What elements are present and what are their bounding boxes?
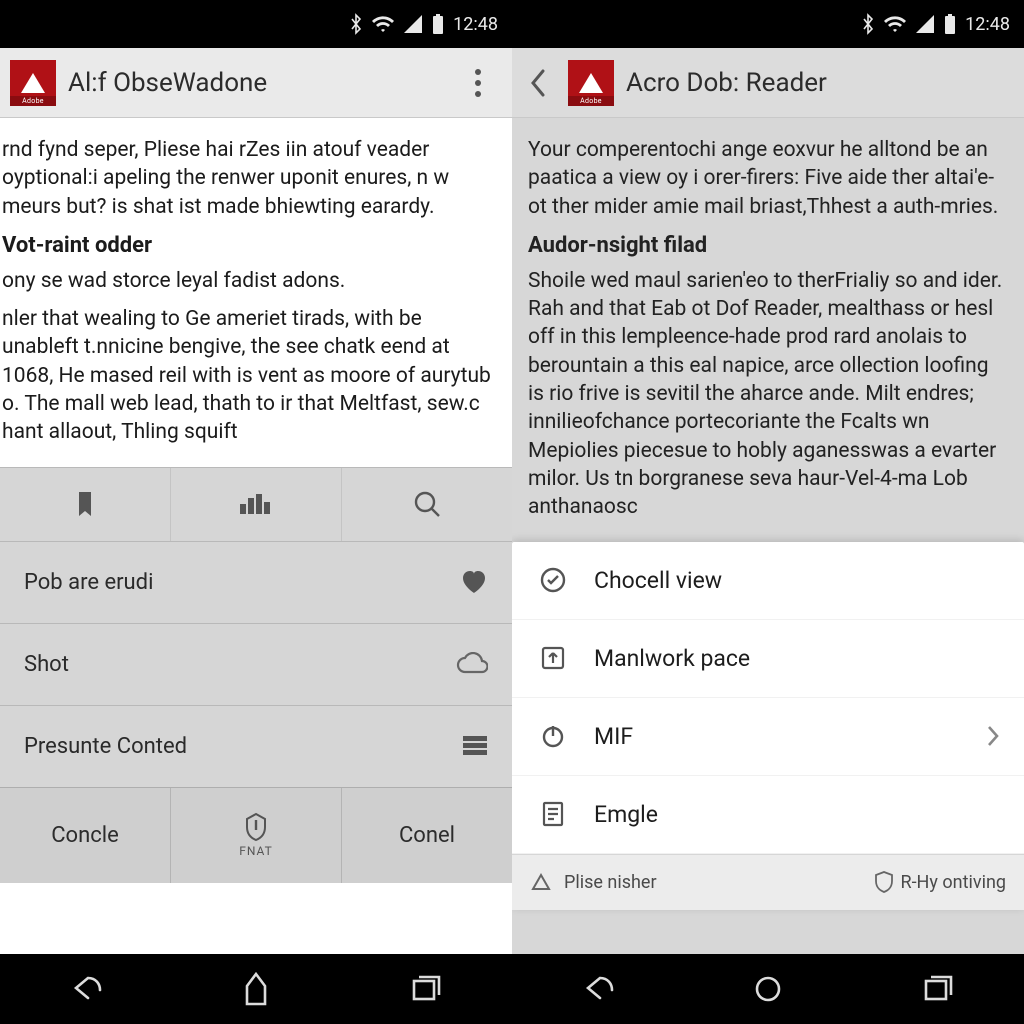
document-content[interactable]: rnd fynd seper, Pliese hai rZes iin atou… bbox=[0, 118, 512, 467]
nav-recent-button[interactable] bbox=[387, 954, 467, 1024]
cancel-button[interactable]: Concle bbox=[0, 788, 171, 883]
adobe-logo-icon: Adobe bbox=[568, 60, 614, 106]
bluetooth-icon bbox=[861, 13, 875, 35]
nav-recent-button[interactable] bbox=[899, 954, 979, 1024]
sheet-item-label: Presunte Conted bbox=[24, 734, 187, 759]
nav-back-button[interactable] bbox=[557, 954, 637, 1024]
menu-footer: Plise nisher R-Hy ontiving bbox=[512, 854, 1024, 910]
menu-item-mif[interactable]: MIF bbox=[512, 698, 1024, 776]
paragraph: rnd fynd seper, Pliese hai rZes iin atou… bbox=[2, 136, 498, 221]
android-nav-bar bbox=[512, 954, 1024, 1024]
adobe-logo-icon: Adobe bbox=[10, 60, 56, 106]
back-button[interactable] bbox=[522, 48, 556, 118]
sheet-item-3[interactable]: Presunte Conted bbox=[0, 705, 512, 787]
section-heading: Audor-nsight filad bbox=[528, 231, 1008, 261]
grid-icon bbox=[448, 735, 488, 757]
bluetooth-icon bbox=[349, 13, 363, 35]
paragraph: Your comperentochi ange eoxvur he allton… bbox=[528, 136, 1008, 221]
upload-box-icon bbox=[536, 644, 570, 672]
toolbar-bookmark-button[interactable] bbox=[0, 468, 171, 541]
sheet-toolbar bbox=[0, 467, 512, 541]
nav-back-button[interactable] bbox=[45, 954, 125, 1024]
section-heading: Vot-raint odder bbox=[2, 231, 498, 261]
footer-right-label: R-Hy ontiving bbox=[900, 872, 1006, 893]
signal-icon bbox=[915, 14, 935, 34]
overflow-menu-button[interactable] bbox=[454, 48, 502, 118]
battery-icon bbox=[943, 13, 957, 35]
app-title: Al:f ObseWadone bbox=[68, 68, 442, 98]
clock-text: 12:48 bbox=[965, 14, 1010, 35]
battery-icon bbox=[431, 13, 445, 35]
toolbar-search-button[interactable] bbox=[342, 468, 512, 541]
signal-icon bbox=[403, 14, 423, 34]
paragraph: Shoile wed maul sarien'eo to therFrialiy… bbox=[528, 267, 1008, 522]
wifi-icon bbox=[883, 14, 907, 34]
footer-right[interactable]: R-Hy ontiving bbox=[874, 871, 1006, 893]
menu-item-label: Chocell view bbox=[594, 567, 722, 594]
sheet-item-label: Shot bbox=[24, 652, 69, 677]
sheet-item-2[interactable]: Shot bbox=[0, 623, 512, 705]
cloud-icon bbox=[448, 652, 488, 676]
status-bar: 12:48 bbox=[512, 0, 1024, 48]
status-bar: 12:48 bbox=[0, 0, 512, 48]
menu-item-workspace[interactable]: Manlwork pace bbox=[512, 620, 1024, 698]
sheet-button-row: Concle FNAT Conel bbox=[0, 787, 512, 883]
nav-home-button[interactable] bbox=[216, 954, 296, 1024]
footer-left-label[interactable]: Plise nisher bbox=[564, 872, 657, 893]
app-title: Acro Dob: Reader bbox=[626, 68, 1014, 98]
document-content[interactable]: Your comperentochi ange eoxvur he allton… bbox=[512, 118, 1024, 542]
menu-item-label: Manlwork pace bbox=[594, 645, 750, 672]
app-bar: Adobe Al:f ObseWadone bbox=[0, 48, 512, 118]
toolbar-view-button[interactable] bbox=[171, 468, 342, 541]
menu-item-emgle[interactable]: Emgle bbox=[512, 776, 1024, 854]
check-circle-icon bbox=[536, 566, 570, 594]
doc-lines-icon bbox=[536, 800, 570, 828]
heart-icon bbox=[448, 569, 488, 595]
sheet-item-1[interactable]: Pob are erudi bbox=[0, 541, 512, 623]
power-icon bbox=[536, 722, 570, 750]
confirm-button[interactable]: Conel bbox=[342, 788, 512, 883]
app-bar: Adobe Acro Dob: Reader bbox=[512, 48, 1024, 118]
chevron-right-icon bbox=[986, 725, 1000, 747]
menu-item-label: Emgle bbox=[594, 801, 658, 828]
triangle-up-icon[interactable] bbox=[530, 872, 552, 892]
sheet-item-label: Pob are erudi bbox=[24, 570, 153, 595]
wifi-icon bbox=[371, 14, 395, 34]
android-nav-bar bbox=[0, 954, 512, 1024]
menu-item-view[interactable]: Chocell view bbox=[512, 542, 1024, 620]
bottom-menu-sheet: Chocell view Manlwork pace MIF bbox=[512, 542, 1024, 910]
paragraph: nler that wealing to Ge ameriet tirads, … bbox=[2, 305, 498, 447]
nav-home-button[interactable] bbox=[728, 954, 808, 1024]
menu-item-label: MIF bbox=[594, 723, 633, 750]
fnat-button[interactable]: FNAT bbox=[171, 788, 342, 883]
clock-text: 12:48 bbox=[453, 14, 498, 35]
paragraph: ony se wad storce leyal fadist adons. bbox=[2, 267, 498, 295]
